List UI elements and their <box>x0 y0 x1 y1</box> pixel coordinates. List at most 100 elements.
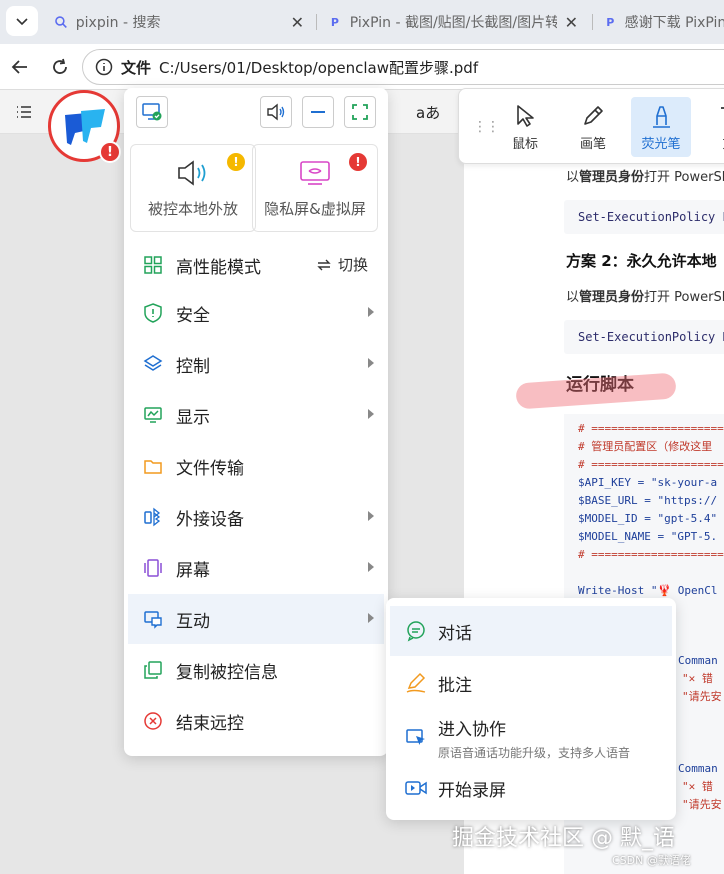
cursor-icon <box>517 104 534 127</box>
switch-button[interactable]: 切换 <box>316 254 368 275</box>
screens-icon <box>142 557 164 579</box>
menu-item-security[interactable]: 安全 <box>128 288 384 338</box>
pixpin-favicon-icon: P <box>330 15 339 29</box>
submenu-item-annotate[interactable]: 批注 <box>390 658 672 708</box>
text: 打开 PowerSh <box>644 290 724 305</box>
menu-item-screen[interactable]: 屏幕 <box>128 543 384 593</box>
code-line: $BASE_URL = "https:// <box>578 494 718 507</box>
error-indicator: ! <box>349 153 367 171</box>
url-path: C:/Users/01/Desktop/openclaw配置步骤.pdf <box>159 58 479 77</box>
menu-item-label: 复制被控信息 <box>176 662 278 683</box>
volume-button[interactable] <box>260 96 292 128</box>
minimize-button[interactable] <box>302 96 334 128</box>
info-icon <box>95 58 113 76</box>
menu-item-label: 外接设备 <box>176 509 244 530</box>
code-line: # ============================ <box>578 458 724 471</box>
chevron-right-icon <box>368 358 374 368</box>
code-lines: # ============================ # 管理员配置区（修… <box>578 420 724 618</box>
shield-icon <box>142 302 164 324</box>
grid-icon <box>142 254 164 276</box>
text-size-button[interactable]: aあ <box>416 102 440 123</box>
bluetooth-icon <box>142 506 164 528</box>
code-line: # ============================ <box>578 548 724 561</box>
contents-button[interactable] <box>14 102 34 126</box>
fullscreen-icon <box>352 104 368 120</box>
url-field[interactable]: 文件 C:/Users/01/Desktop/openclaw配置步骤.pdf <box>82 49 724 85</box>
tool-highlighter[interactable]: 荧光笔 <box>631 97 691 157</box>
remote-app-logo[interactable]: ! <box>48 90 121 163</box>
tab-strip: pixpin - 搜索 ✕ P PixPin - 截图/贴图/长截图/图片转 ✕… <box>0 0 724 44</box>
menu-item-display[interactable]: 显示 <box>128 390 384 440</box>
back-button[interactable] <box>6 53 34 81</box>
doc-line: 以管理员身份打开 PowerSh <box>566 286 724 305</box>
menu-item-copy-info[interactable]: 复制被控信息 <box>128 645 384 695</box>
tool-label: 鼠标 <box>511 136 538 152</box>
text: 以 <box>566 290 580 305</box>
video-camera-icon <box>404 776 428 800</box>
submenu-item-collaborate[interactable]: 进入协作 原语音通话功能升级，支持多人语音 <box>390 708 672 768</box>
tab-download[interactable]: P 感谢下载 PixPin <box>594 6 724 38</box>
menu-item-external-devices[interactable]: 外接设备 <box>128 492 384 542</box>
pen-icon <box>404 671 428 695</box>
menu-item-label: 安全 <box>176 305 210 326</box>
code-snippet: Set-ExecutionPolicy R <box>564 320 724 354</box>
card-local-audio[interactable]: ! 被控本地外放 <box>130 144 256 232</box>
arrow-left-icon <box>11 60 27 74</box>
remote-screen-button[interactable] <box>136 96 168 128</box>
tab-title: pixpin - 搜索 <box>75 15 161 31</box>
warning-indicator: ! <box>227 153 245 171</box>
pixpin-favicon-icon: P <box>606 15 615 29</box>
tool-pen[interactable]: 画笔 <box>563 97 623 157</box>
menu-item-end-session[interactable]: 结束远控 <box>128 696 384 746</box>
close-icon[interactable]: ✕ <box>291 13 304 32</box>
card-label: 隐私屏&虚拟屏 <box>264 199 366 218</box>
submenu-item-label: 对话 <box>438 623 472 644</box>
card-privacy-screen[interactable]: ! 隐私屏&虚拟屏 <box>252 144 378 232</box>
layers-icon <box>142 353 164 375</box>
menu-item-file-transfer[interactable]: 文件传输 <box>128 441 384 491</box>
code-snippet: Set-ExecutionPolicy E <box>564 200 724 234</box>
chat-icon <box>404 619 428 643</box>
fullscreen-button[interactable] <box>344 96 376 128</box>
tab-search[interactable]: pixpin - 搜索 ✕ <box>44 6 314 38</box>
submenu-item-label: 进入协作 <box>438 720 506 740</box>
submenu-item-record[interactable]: 开始录屏 <box>390 764 672 812</box>
menu-item-label: 结束远控 <box>176 713 244 734</box>
address-bar-row: 文件 C:/Users/01/Desktop/openclaw配置步骤.pdf <box>0 44 724 90</box>
menu-item-label: 控制 <box>176 356 210 377</box>
menu-item-label: 显示 <box>176 407 210 428</box>
folder-icon <box>142 455 164 477</box>
remote-control-menu: ! 被控本地外放 ! 隐私屏&虚拟屏 高性能模式 切换 安全 控制 显示 文件传… <box>124 88 388 756</box>
card-label: 被控本地外放 <box>147 199 238 218</box>
menu-item-label: 高性能模式 <box>176 257 261 278</box>
code-line: # ============================ <box>578 422 724 435</box>
chevron-right-icon <box>368 613 374 623</box>
menu-item-label: 屏幕 <box>176 560 210 581</box>
code-line: $MODEL_NAME = "GPT-5. <box>578 530 718 543</box>
menu-item-interaction[interactable]: 互动 <box>128 594 384 644</box>
tab-title: PixPin - 截图/贴图/长截图/图片转 <box>349 15 557 31</box>
tool-mouse[interactable]: 鼠标 <box>495 97 555 157</box>
menu-item-high-performance[interactable]: 高性能模式 切换 <box>128 240 384 290</box>
code-line: # 管理员配置区（修改这里 <box>578 440 713 453</box>
tab-pixpin[interactable]: P PixPin - 截图/贴图/长截图/图片转 ✕ <box>318 6 588 38</box>
tab-list-button[interactable] <box>6 6 38 36</box>
interaction-submenu: 对话 批注 进入协作 原语音通话功能升级，支持多人语音 开始录屏 <box>386 598 676 820</box>
chevron-right-icon <box>368 307 374 317</box>
monitor-check-icon <box>142 103 162 121</box>
submenu-item-label: 批注 <box>438 675 472 696</box>
menu-item-control[interactable]: 控制 <box>128 339 384 389</box>
submenu-item-text: 进入协作 原语音通话功能升级，支持多人语音 <box>438 715 630 761</box>
minus-icon <box>311 111 325 113</box>
url-scheme-label: 文件 <box>121 58 152 77</box>
close-icon[interactable]: ✕ <box>565 13 578 32</box>
search-icon <box>55 16 67 28</box>
tab-divider <box>592 14 593 30</box>
copy-icon <box>142 659 164 681</box>
doc-heading: 方案 2：永久允许本地 <box>566 252 717 270</box>
tool-text[interactable]: 文 <box>699 97 724 157</box>
code-line: $API_KEY = "sk-your-a <box>578 476 718 489</box>
submenu-item-chat[interactable]: 对话 <box>390 606 672 656</box>
reload-button[interactable] <box>46 53 74 81</box>
